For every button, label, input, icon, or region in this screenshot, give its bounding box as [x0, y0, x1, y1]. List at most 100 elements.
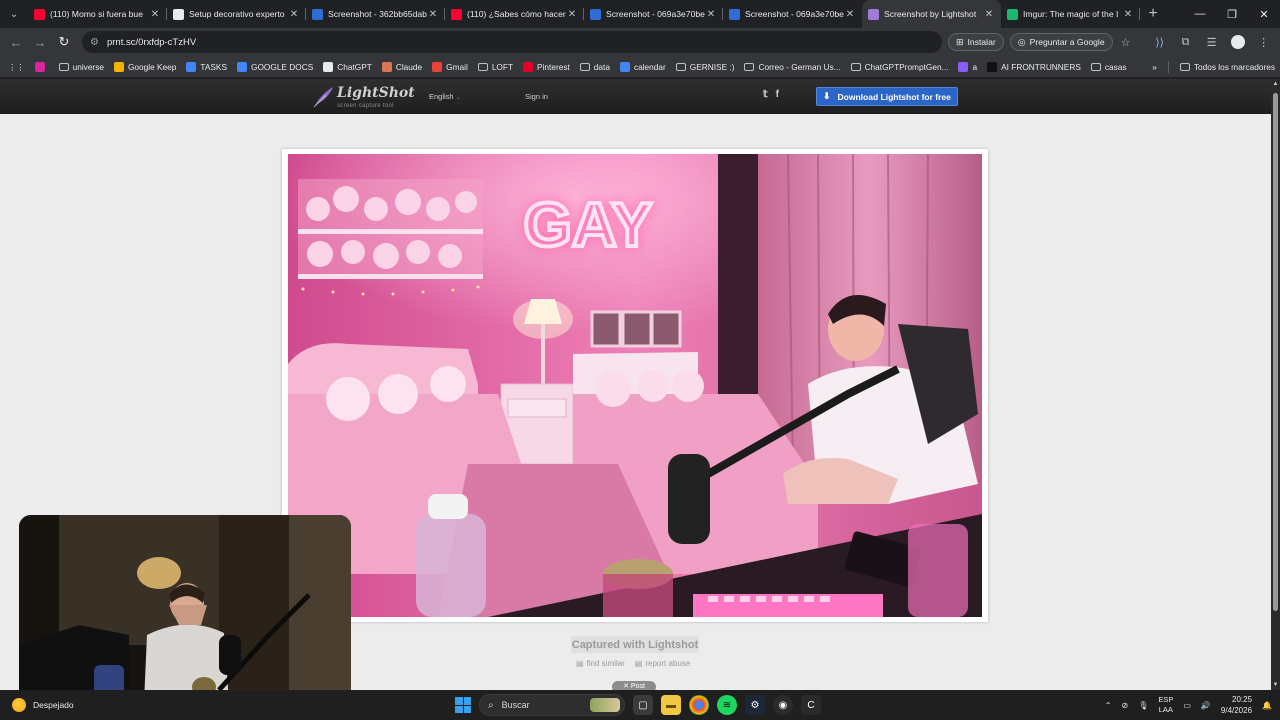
profile-avatar[interactable]: [1230, 35, 1245, 49]
forward-arrow-icon[interactable]: →: [28, 35, 52, 50]
tab-close-icon[interactable]: ✕: [983, 9, 995, 20]
app-c-icon[interactable]: C: [801, 695, 821, 715]
bookmark-item[interactable]: ChatGPT: [318, 61, 377, 72]
bookmark-item[interactable]: Correo - German Us...: [739, 62, 845, 72]
tab-close-icon[interactable]: ✕: [149, 9, 161, 20]
clock-time: 20:25: [1232, 695, 1253, 704]
bookmark-label: Gmail: [446, 61, 468, 72]
browser-tab[interactable]: Screenshot - 069a3e70be ✕: [584, 0, 723, 28]
neon-sign-text: GAY: [524, 191, 653, 260]
bookmark-item[interactable]: [30, 61, 54, 72]
display-icon[interactable]: ▭: [1183, 701, 1191, 710]
bookmark-star-icon[interactable]: ☆: [1113, 36, 1139, 49]
clock[interactable]: 20:25 9/4/2026: [1221, 694, 1252, 716]
tab-search-chevron-icon[interactable]: ⌄: [0, 0, 28, 28]
start-windows-icon[interactable]: [455, 697, 471, 713]
browser-tab[interactable]: Imgur: The magic of the I ✕: [1001, 0, 1140, 28]
install-label: Instalar: [967, 37, 996, 47]
site-info-icon[interactable]: ⚙: [90, 37, 99, 48]
browser-tab[interactable]: Screenshot - 069a3e70be ✕: [723, 0, 862, 28]
minimize-button[interactable]: —: [1184, 8, 1216, 21]
maximize-button[interactable]: ❐: [1216, 8, 1248, 21]
browser-tab[interactable]: (110) Momo si fuera bue ✕: [28, 0, 167, 28]
scroll-up-arrow-icon[interactable]: ▲: [1271, 81, 1280, 87]
ask-google-button[interactable]: ◎ Preguntar a Google: [1009, 33, 1113, 51]
tab-close-icon[interactable]: ✕: [1122, 9, 1134, 20]
bookmark-item[interactable]: Pinterest: [518, 61, 575, 72]
taskbar-search-box[interactable]: ⌕ Buscar: [479, 694, 625, 716]
menu-kebab-icon[interactable]: ⋮: [1251, 36, 1277, 49]
bookmark-item[interactable]: Google Keep: [109, 61, 181, 72]
browser-tab[interactable]: (110) ¿Sabes cómo hacer ✕: [445, 0, 584, 28]
volume-icon[interactable]: 🔊: [1201, 701, 1211, 710]
lens-icon: ◎: [1017, 36, 1026, 47]
back-arrow-icon[interactable]: ←: [4, 35, 28, 50]
facebook-icon[interactable]: f: [776, 89, 779, 100]
bookmark-item[interactable]: data: [575, 62, 615, 72]
microphone-icon[interactable]: 🎙: [1138, 701, 1148, 710]
more-bookmarks-chevron-icon[interactable]: »: [1147, 62, 1162, 72]
scrollbar-thumb[interactable]: [1273, 93, 1278, 611]
language-select[interactable]: English ⌄: [429, 92, 461, 101]
close-window-button[interactable]: ✕: [1248, 8, 1280, 21]
chatgpt-icon: [173, 8, 184, 20]
tab-close-icon[interactable]: ✕: [427, 9, 439, 20]
tray-chevron-up-icon[interactable]: ⌃: [1105, 701, 1112, 710]
page-scrollbar[interactable]: ▲ ▼: [1271, 79, 1280, 690]
calendar-icon: [619, 61, 630, 72]
extension-wave-icon[interactable]: ⟩⟩: [1147, 36, 1173, 49]
bookmark-item[interactable]: GOOGLE DOCS: [232, 61, 318, 72]
install-app-button[interactable]: ⊞ Instalar: [948, 33, 1004, 51]
steam-icon[interactable]: ⚙: [745, 695, 765, 715]
scroll-down-arrow-icon[interactable]: ▼: [1271, 682, 1280, 688]
browser-tab[interactable]: Setup decorativo experto ✕: [167, 0, 306, 28]
apps-grid-icon[interactable]: ⋮⋮: [0, 62, 30, 72]
extensions-puzzle-icon[interactable]: ⧉: [1173, 36, 1199, 49]
network-off-icon[interactable]: ⊘: [1121, 701, 1128, 710]
folder-icon: [675, 62, 686, 71]
file-explorer-icon[interactable]: ▬: [661, 695, 681, 715]
notifications-bell-icon[interactable]: 🔔: [1262, 701, 1272, 710]
report-abuse-link[interactable]: ▤ report abuse: [635, 659, 690, 668]
bookmark-item[interactable]: AI FRONTRUNNERS: [982, 61, 1086, 72]
browser-tab[interactable]: Screenshot - 362bb65dab ✕: [306, 0, 445, 28]
bookmark-label: Pinterest: [537, 61, 570, 72]
all-bookmarks-folder[interactable]: Todos los marcadores: [1175, 62, 1280, 72]
tab-title: Screenshot - 362bb65dab: [328, 9, 427, 19]
screenshot-image[interactable]: GAY: [288, 154, 982, 617]
bookmark-item[interactable]: Gmail: [427, 61, 473, 72]
lightshot-logo[interactable]: LightShot screen capture tool: [312, 84, 415, 110]
browser-tab[interactable]: Screenshot by Lightshot ✕: [862, 0, 1001, 28]
bookmark-item[interactable]: casas: [1086, 62, 1132, 72]
search-placeholder: Buscar: [501, 700, 530, 710]
weather-widget[interactable]: Despejado: [12, 698, 74, 712]
bookmark-item[interactable]: GERNISE :): [671, 62, 740, 72]
obs-icon[interactable]: ◉: [773, 695, 793, 715]
bookmark-item[interactable]: Claude: [377, 61, 427, 72]
tab-close-icon[interactable]: ✕: [705, 9, 717, 20]
bookmark-item[interactable]: TASKS: [181, 61, 232, 72]
bookmark-item[interactable]: LOFT: [473, 62, 518, 72]
reload-icon[interactable]: ↻: [52, 34, 76, 50]
bookmark-item[interactable]: universe: [54, 62, 109, 72]
sign-in-link[interactable]: Sign in: [525, 92, 548, 101]
chrome-icon[interactable]: [689, 695, 709, 715]
bookmark-item[interactable]: ChatGPTPromptGen...: [846, 62, 954, 72]
twitter-icon[interactable]: 𝕥: [763, 89, 768, 100]
tab-close-icon[interactable]: ✕: [566, 9, 578, 20]
address-bar[interactable]: ⚙ prnt.sc/0rxfdp-cTzHV: [82, 31, 942, 53]
spotify-icon[interactable]: ≋: [717, 695, 737, 715]
new-tab-button[interactable]: +: [1140, 5, 1166, 23]
tab-close-icon[interactable]: ✕: [844, 9, 856, 20]
bookmark-item[interactable]: calendar: [615, 61, 671, 72]
task-view-icon[interactable]: ▢: [633, 695, 653, 715]
post-button[interactable]: ✕ Post: [612, 681, 656, 690]
tasks-icon: [186, 61, 197, 72]
download-lightshot-button[interactable]: ⬇ Download Lightshot for free: [816, 87, 958, 106]
screenshot-icon: [729, 8, 740, 20]
find-similar-link[interactable]: ▤ find similar: [576, 659, 625, 668]
reading-list-icon[interactable]: ☰: [1199, 36, 1225, 49]
tab-close-icon[interactable]: ✕: [288, 9, 300, 20]
input-language-indicator[interactable]: ESP LAA: [1158, 695, 1173, 715]
bookmark-item[interactable]: a: [953, 61, 982, 72]
